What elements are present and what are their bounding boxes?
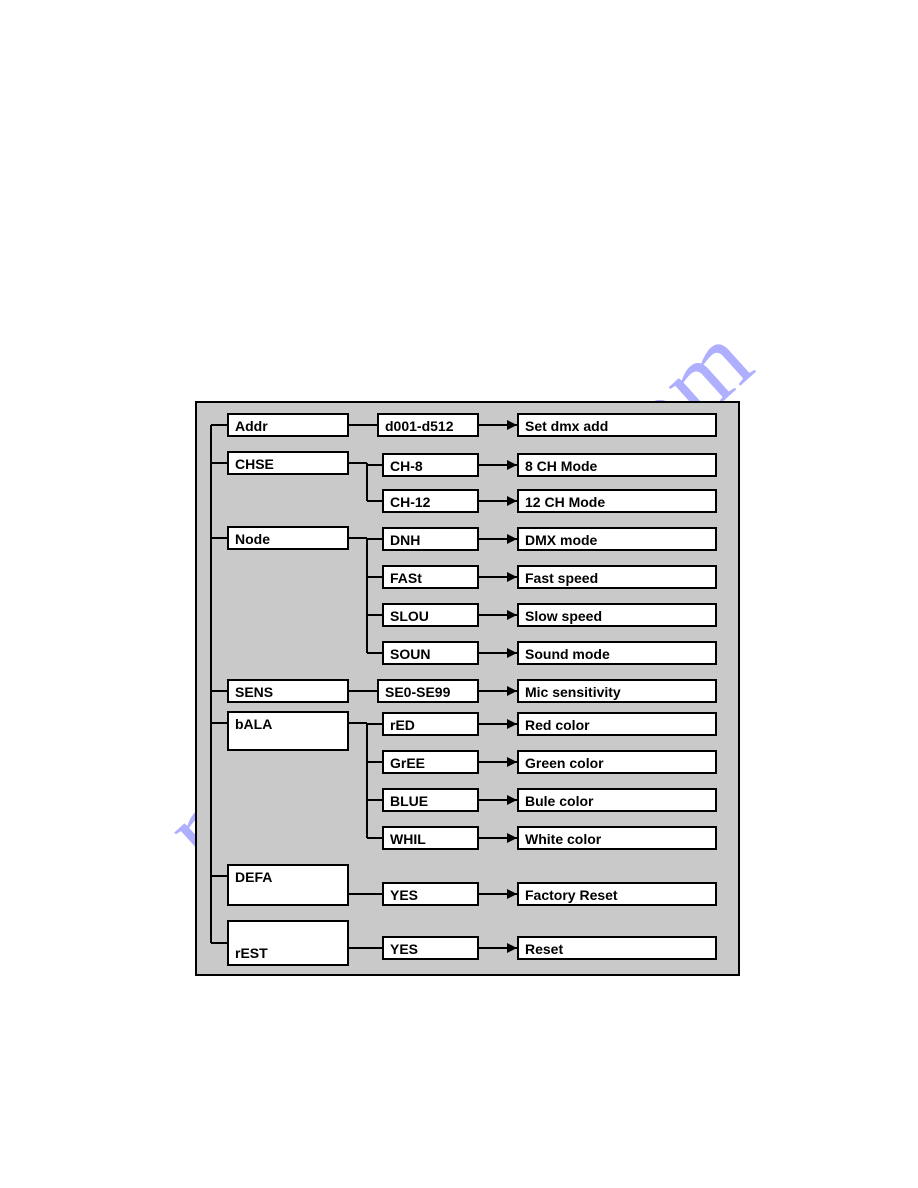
menu-chse-ch12: CH-12 <box>382 489 479 513</box>
menu-addr-range: d001-d512 <box>377 413 479 437</box>
menu-chse-ch8-desc: 8 CH Mode <box>517 453 717 477</box>
menu-bala-red: rED <box>382 712 479 736</box>
page: manualshive.com <box>0 0 918 1188</box>
menu-defa-yes: YES <box>382 882 479 906</box>
menu-bala-whil-desc: White color <box>517 826 717 850</box>
menu-panel: Addr d001-d512 Set dmx add CHSE CH-8 8 C… <box>195 401 740 976</box>
menu-node: Node <box>227 526 349 550</box>
menu-chse: CHSE <box>227 451 349 475</box>
menu-rest: rEST <box>227 920 349 966</box>
menu-bala-gree: GrEE <box>382 750 479 774</box>
menu-sens: SENS <box>227 679 349 703</box>
menu-node-slou: SLOU <box>382 603 479 627</box>
menu-node-dnh: DNH <box>382 527 479 551</box>
menu-bala-blue-desc: Bule color <box>517 788 717 812</box>
menu-bala: bALA <box>227 711 349 751</box>
menu-sens-range: SE0-SE99 <box>377 679 479 703</box>
menu-node-soun-desc: Sound mode <box>517 641 717 665</box>
menu-rest-desc: Reset <box>517 936 717 960</box>
menu-node-fast-desc: Fast speed <box>517 565 717 589</box>
menu-rest-yes: YES <box>382 936 479 960</box>
menu-bala-blue: BLUE <box>382 788 479 812</box>
menu-node-dnh-desc: DMX mode <box>517 527 717 551</box>
menu-defa: DEFA <box>227 864 349 906</box>
menu-addr: Addr <box>227 413 349 437</box>
menu-node-slou-desc: Slow speed <box>517 603 717 627</box>
menu-addr-desc: Set dmx add <box>517 413 717 437</box>
menu-node-fast: FASt <box>382 565 479 589</box>
menu-defa-desc: Factory Reset <box>517 882 717 906</box>
menu-bala-whil: WHIL <box>382 826 479 850</box>
menu-chse-ch8: CH-8 <box>382 453 479 477</box>
menu-sens-desc: Mic sensitivity <box>517 679 717 703</box>
menu-chse-ch12-desc: 12 CH Mode <box>517 489 717 513</box>
menu-bala-red-desc: Red color <box>517 712 717 736</box>
menu-node-soun: SOUN <box>382 641 479 665</box>
menu-bala-gree-desc: Green color <box>517 750 717 774</box>
